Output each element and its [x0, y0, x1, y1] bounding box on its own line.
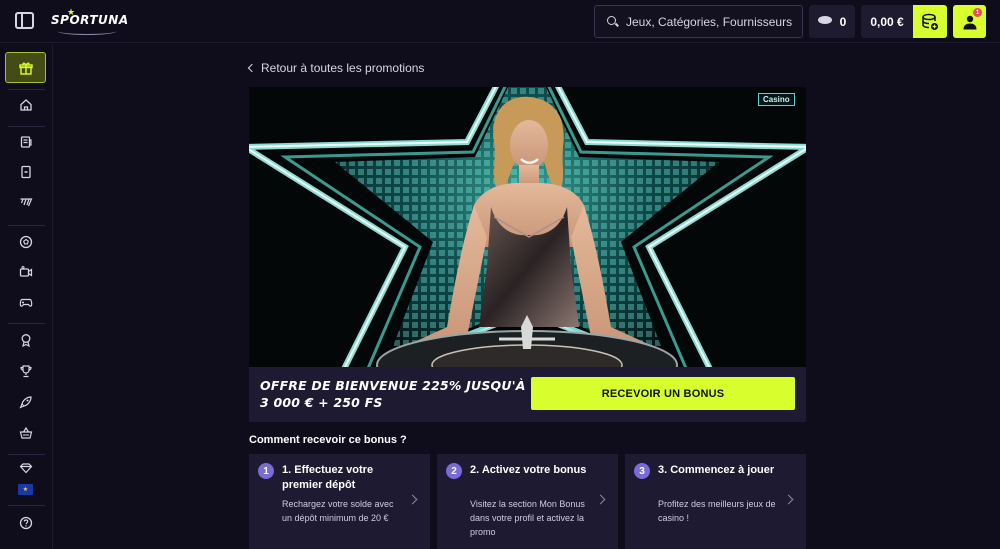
chevron-left-icon [247, 63, 257, 73]
language-flag-icon[interactable]: ★ [18, 484, 33, 495]
help-icon [19, 516, 33, 530]
offer-title: OFFRE DE BIENVENUE 225% JUSQU'À 3 000 € … [260, 378, 526, 410]
sidebar-item-crash-games[interactable] [4, 388, 48, 416]
wallet-plus-icon [922, 13, 938, 30]
shop-basket-icon [19, 426, 33, 439]
sidebar-item-live[interactable] [4, 158, 48, 186]
chevron-right-icon [595, 494, 606, 505]
football-icon [19, 235, 33, 249]
video-camera-icon [19, 266, 33, 277]
step-card-activate[interactable]: 2 2. Activez votre bonus Visitez la sect… [437, 454, 618, 549]
step-card-play[interactable]: 3 3. Commencez à jouer Profitez des meil… [625, 454, 806, 549]
home-icon [20, 99, 32, 111]
award-icon [21, 334, 31, 347]
sidebar: ★ [0, 44, 53, 549]
notification-badge: 1 [973, 8, 982, 17]
banner-illustration [249, 87, 806, 367]
sidebar-divider [8, 225, 45, 226]
sidebar-divider [8, 323, 45, 324]
coins-count: 0 [839, 14, 847, 29]
step-card-deposit[interactable]: 1 1. Effectuez votre premier dépôt Recha… [249, 454, 430, 549]
top-bar: ★ SPORTUNA 0 0,00 € 1 [0, 0, 1000, 43]
step-title: 2. Activez votre bonus [470, 464, 587, 476]
step-title: 1. Effectuez votre premier dépôt [282, 464, 374, 491]
logo[interactable]: ★ SPORTUNA [51, 7, 131, 37]
sidebar-item-promotions[interactable] [5, 52, 46, 83]
sidebar-divider [8, 505, 45, 506]
step-number-badge: 1 [258, 463, 274, 479]
back-to-promotions-link[interactable]: Retour à toutes les promotions [247, 61, 425, 75]
promo-banner-image [249, 87, 806, 367]
logo-swoosh [57, 27, 117, 35]
sidebar-item-sports-coupon[interactable] [4, 128, 48, 156]
sidebar-item-shop[interactable] [4, 419, 48, 447]
live-card-icon [21, 165, 31, 179]
sidebar-divider [8, 126, 45, 127]
sidebar-item-loyalty[interactable] [4, 326, 48, 354]
search-input[interactable] [626, 14, 796, 29]
flag-star-icon: ★ [22, 487, 29, 493]
sidebar-item-help[interactable] [4, 509, 48, 537]
step-title: 3. Commencez à jouer [658, 464, 775, 476]
sidebar-item-live-casino[interactable] [4, 258, 48, 286]
search-icon [607, 15, 619, 28]
rocket-icon [19, 396, 32, 409]
balance-display[interactable]: 0,00 € [861, 5, 913, 38]
sidebar-divider [8, 89, 45, 90]
step-description: Rechargez votre solde avec un dépôt mini… [282, 499, 394, 523]
category-tag: Casino [758, 93, 795, 106]
sidebar-item-home[interactable] [4, 91, 48, 119]
step-description: Profitez des meilleurs jeux de casino ! [658, 499, 776, 523]
receive-bonus-button[interactable]: RECEVOIR UN BONUS [531, 377, 795, 410]
trophy-icon [20, 365, 32, 378]
gamepad-icon [19, 298, 33, 307]
search-box[interactable] [594, 5, 803, 38]
logo-text: SPORTUNA [51, 13, 129, 27]
sidebar-item-tournaments[interactable] [4, 357, 48, 385]
coin-stack-icon [817, 15, 832, 28]
step-description: Visitez la section Mon Bonus dans votre … [470, 499, 585, 537]
sidebar-item-games[interactable] [4, 288, 48, 316]
chevron-right-icon [407, 494, 418, 505]
gift-icon [18, 62, 33, 75]
how-to-title: Comment recevoir ce bonus ? [249, 434, 407, 446]
diamond-icon [19, 463, 33, 474]
deposit-button[interactable] [913, 5, 947, 38]
esports-icon [20, 198, 33, 207]
sidebar-toggle-icon[interactable] [15, 12, 34, 29]
back-link-label: Retour à toutes les promotions [261, 61, 425, 75]
sidebar-item-football[interactable] [4, 228, 48, 256]
sidebar-item-esports[interactable] [4, 188, 48, 216]
step-number-badge: 3 [634, 463, 650, 479]
sidebar-item-vip[interactable] [4, 454, 48, 482]
coins-button[interactable]: 0 [809, 5, 855, 38]
sports-coupon-icon [20, 136, 32, 148]
chevron-right-icon [783, 494, 794, 505]
step-number-badge: 2 [446, 463, 462, 479]
